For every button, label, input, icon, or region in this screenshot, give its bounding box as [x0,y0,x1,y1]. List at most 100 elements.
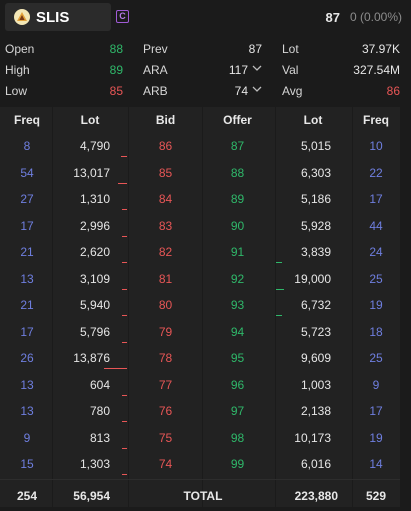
bid-lot: 813 [89,430,110,445]
bid-freq: 21 [20,298,34,312]
order-row[interactable]: 15 1,303 74 99 6,016 14 [0,452,400,476]
offer-lot: 1,003 [300,377,331,392]
offer-lot: 6,303 [300,165,331,180]
order-row[interactable]: 21 2,620 82 91 3,839 24 [0,240,400,264]
order-row[interactable]: 13 780 76 97 2,138 17 [0,399,400,423]
total-offer-lot: 223,880 [294,489,338,503]
order-row[interactable]: 27 1,310 84 89 5,186 17 [0,187,400,211]
offer-price[interactable]: 95 [205,351,270,365]
bid-lot: 2,620 [79,245,110,259]
bid-freq: 17 [20,324,34,339]
order-row[interactable]: 8 4,790 86 87 5,015 10 [0,134,400,158]
scrollbar[interactable] [403,107,408,507]
bid-volume-bar [122,421,127,422]
offer-price[interactable]: 92 [205,272,270,286]
offer-lot: 19,000 [294,271,331,286]
bid-price[interactable]: 86 [133,139,198,153]
offer-lot: 5,723 [300,324,331,339]
ara-value[interactable]: 117 [216,63,248,77]
order-row[interactable]: 13 3,109 81 92 19,000 25 [0,267,400,291]
open-label: Open [5,42,35,56]
bid-freq: 54 [20,165,34,180]
header-lot-bid: Lot [80,113,100,127]
stats-row-1: Open 88 Prev 87 Lot 37.97K [0,40,411,60]
chevron-down-icon[interactable] [252,64,262,75]
val-label: Val [282,63,299,77]
bid-volume-bar [122,288,127,290]
arb-value[interactable]: 74 [216,84,248,98]
bid-freq: 13 [20,377,34,392]
bid-price[interactable]: 75 [133,431,198,445]
offer-price[interactable]: 97 [205,404,270,418]
bid-price[interactable]: 78 [133,351,198,365]
offer-price[interactable]: 87 [205,139,270,153]
offer-price[interactable]: 89 [205,192,270,206]
stock-header: SLIS C 87 0 (0.00%) [0,0,411,34]
offer-freq: 14 [369,457,383,471]
offer-price[interactable]: 91 [205,245,270,259]
order-row[interactable]: 17 2,996 83 90 5,928 44 [0,214,400,238]
bid-price[interactable]: 82 [133,245,198,259]
bid-price[interactable]: 79 [133,325,198,339]
offer-lot: 5,186 [300,192,331,206]
bid-freq: 13 [20,271,34,286]
offer-freq: 17 [369,404,383,418]
offer-price[interactable]: 88 [205,166,270,180]
bid-lot: 1,310 [79,192,110,206]
bid-price[interactable]: 84 [133,192,198,206]
bid-volume-bar [122,262,127,263]
val-value: 327.54M [353,63,400,77]
offer-price[interactable]: 96 [205,378,270,392]
offer-price[interactable]: 93 [205,298,270,312]
offer-freq: 17 [369,192,383,206]
bid-volume-bar [122,447,127,449]
offer-price[interactable]: 94 [205,325,270,339]
bid-volume-bar [122,474,127,475]
bid-price[interactable]: 81 [133,272,198,286]
offer-volume-bar [276,288,284,290]
bid-lot: 2,996 [79,218,110,233]
offer-freq: 44 [369,218,383,233]
offer-lot: 10,173 [294,430,331,445]
order-row[interactable]: 21 5,940 80 93 6,732 19 [0,293,400,317]
ticker-symbol: SLIS [36,9,70,26]
offer-freq: 24 [369,245,383,259]
high-value: 89 [109,63,123,77]
bid-lot: 1,303 [79,457,110,471]
bid-lot: 13,876 [73,351,110,365]
header-freq-offer: Freq [362,113,389,127]
bid-freq: 13 [20,404,34,418]
bid-price[interactable]: 77 [133,378,198,392]
offer-freq: 22 [369,165,383,180]
ara-label: ARA [143,63,168,77]
order-row[interactable]: 13 604 77 96 1,003 9 [0,373,400,397]
bid-price[interactable]: 83 [133,219,198,233]
offer-price[interactable]: 99 [205,457,270,471]
bid-price[interactable]: 74 [133,457,198,471]
bid-price[interactable]: 80 [133,298,198,312]
offer-lot: 6,016 [300,457,331,471]
ticker-selector[interactable]: SLIS [5,3,111,31]
offer-price[interactable]: 98 [205,431,270,445]
order-row[interactable]: 9 813 75 98 10,173 19 [0,426,400,450]
bid-price[interactable]: 85 [133,166,198,180]
header-freq-bid: Freq [13,113,40,127]
total-offer-freq: 529 [365,489,387,503]
total-bid-freq: 254 [16,489,38,503]
bid-freq: 21 [20,245,34,259]
bid-volume-bar [122,394,127,396]
special-notation-badge[interactable]: C [116,10,129,23]
offer-freq: 19 [369,298,383,312]
bid-volume-bar [122,315,127,316]
chevron-down-icon[interactable] [252,85,262,96]
last-price: 87 [325,10,340,25]
order-row[interactable]: 26 13,876 78 95 9,609 25 [0,346,400,370]
bid-price[interactable]: 76 [133,404,198,418]
header-lot-offer: Lot [303,113,323,127]
offer-freq: 25 [369,351,383,365]
offer-price[interactable]: 90 [205,219,270,233]
order-row[interactable]: 54 13,017 85 88 6,303 22 [0,161,400,185]
bid-freq: 15 [20,457,34,471]
bid-volume-bar [121,156,127,157]
order-row[interactable]: 17 5,796 79 94 5,723 18 [0,320,400,344]
